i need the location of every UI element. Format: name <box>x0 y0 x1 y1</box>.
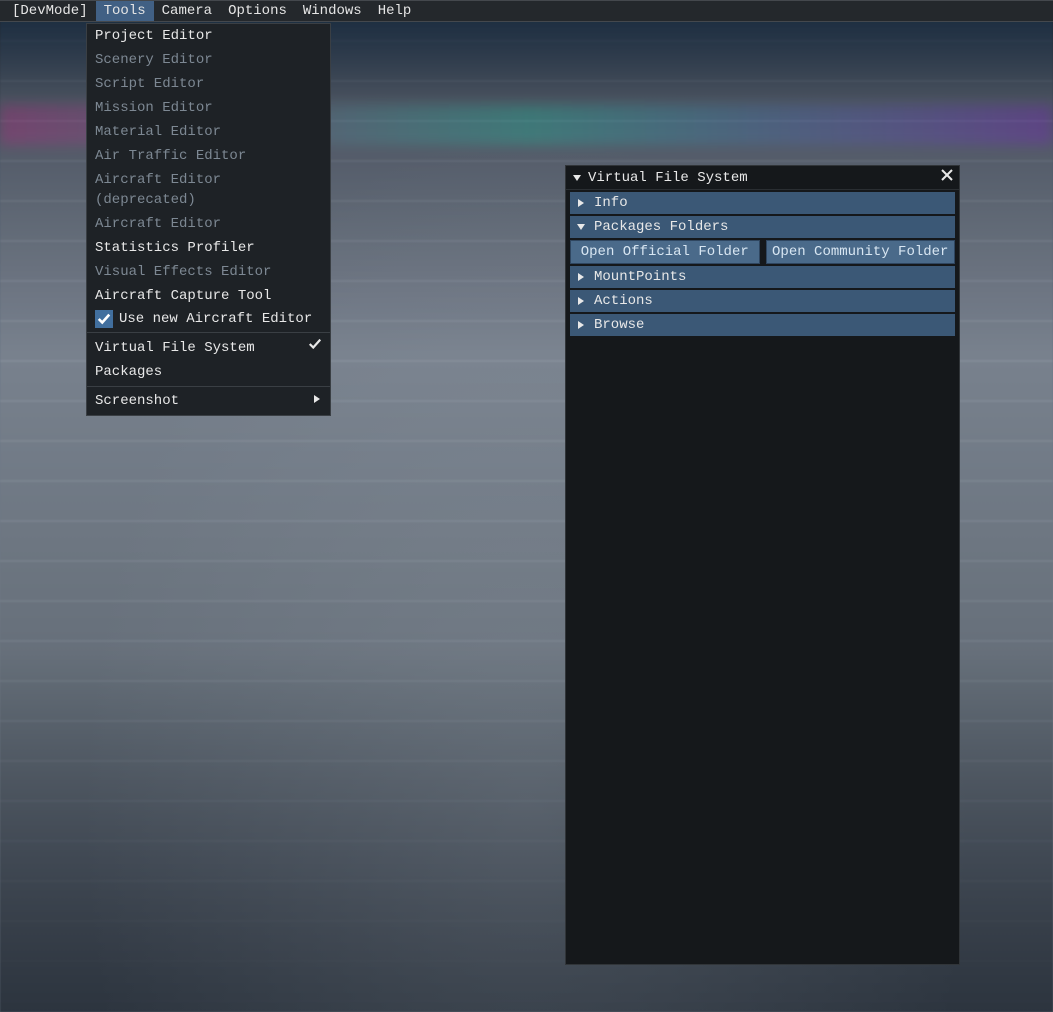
checkbox-checked-icon <box>95 310 113 328</box>
vfs-section-actions[interactable]: Actions <box>570 290 955 312</box>
vfs-window: Virtual File System Info Packages Folder… <box>565 165 960 965</box>
menu-project-editor[interactable]: Project Editor <box>87 24 330 48</box>
menu-visual-effects-editor[interactable]: Visual Effects Editor <box>87 260 330 284</box>
check-icon <box>308 337 322 358</box>
vfs-section-packages-folders-label: Packages Folders <box>594 219 728 235</box>
vfs-title-text: Virtual File System <box>588 170 748 186</box>
collapse-triangle-down-icon <box>572 173 582 183</box>
vfs-section-info[interactable]: Info <box>570 192 955 214</box>
submenu-arrow-icon <box>312 391 322 411</box>
menu-scenery-editor[interactable]: Scenery Editor <box>87 48 330 72</box>
tools-dropdown: Project Editor Scenery Editor Script Edi… <box>86 23 331 416</box>
menu-aircraft-editor-deprecated[interactable]: Aircraft Editor (deprecated) <box>87 168 330 212</box>
triangle-right-icon <box>576 320 586 330</box>
vfs-section-browse-label: Browse <box>594 317 644 333</box>
vfs-section-info-label: Info <box>594 195 628 211</box>
open-official-folder-button[interactable]: Open Official Folder <box>570 240 760 264</box>
menubar-devmode[interactable]: [DevMode] <box>4 1 96 21</box>
vfs-section-packages-folders[interactable]: Packages Folders <box>570 216 955 238</box>
close-icon[interactable] <box>941 169 953 186</box>
triangle-right-icon <box>576 198 586 208</box>
menubar-tools[interactable]: Tools <box>96 1 154 21</box>
menu-statistics-profiler[interactable]: Statistics Profiler <box>87 236 330 260</box>
menu-screenshot[interactable]: Screenshot <box>87 389 330 413</box>
menu-air-traffic-editor[interactable]: Air Traffic Editor <box>87 144 330 168</box>
menubar: [DevMode] Tools Camera Options Windows H… <box>0 0 1053 22</box>
vfs-section-browse[interactable]: Browse <box>570 314 955 336</box>
menu-packages[interactable]: Packages <box>87 360 330 384</box>
vfs-section-mountpoints-label: MountPoints <box>594 269 686 285</box>
checkbox-label: Use new Aircraft Editor <box>119 311 312 327</box>
menu-virtual-file-system[interactable]: Virtual File System <box>87 335 330 360</box>
menu-material-editor[interactable]: Material Editor <box>87 120 330 144</box>
vfs-packages-buttons: Open Official Folder Open Community Fold… <box>570 240 955 264</box>
menubar-windows[interactable]: Windows <box>295 1 370 21</box>
vfs-section-mountpoints[interactable]: MountPoints <box>570 266 955 288</box>
triangle-right-icon <box>576 296 586 306</box>
menubar-help[interactable]: Help <box>370 1 420 21</box>
menu-mission-editor[interactable]: Mission Editor <box>87 96 330 120</box>
menu-divider-2 <box>87 386 330 387</box>
open-community-folder-button[interactable]: Open Community Folder <box>766 240 956 264</box>
vfs-section-actions-label: Actions <box>594 293 653 309</box>
menu-vfs-label: Virtual File System <box>95 338 255 358</box>
triangle-right-icon <box>576 272 586 282</box>
triangle-down-icon <box>576 222 586 232</box>
menu-aircraft-editor[interactable]: Aircraft Editor <box>87 212 330 236</box>
menu-divider <box>87 332 330 333</box>
menubar-options[interactable]: Options <box>220 1 295 21</box>
menubar-camera[interactable]: Camera <box>154 1 220 21</box>
menu-use-new-aircraft-editor[interactable]: Use new Aircraft Editor <box>87 308 330 330</box>
vfs-titlebar[interactable]: Virtual File System <box>566 166 959 190</box>
menu-screenshot-label: Screenshot <box>95 391 179 411</box>
menu-script-editor[interactable]: Script Editor <box>87 72 330 96</box>
menu-aircraft-capture-tool[interactable]: Aircraft Capture Tool <box>87 284 330 308</box>
